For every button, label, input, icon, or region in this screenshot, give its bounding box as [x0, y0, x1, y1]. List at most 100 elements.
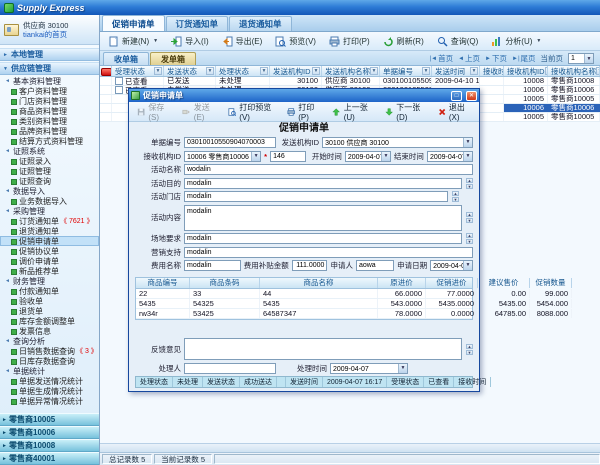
tab-promo-application[interactable]: 促销申请单: [102, 15, 165, 31]
applicant-field[interactable]: aowa: [355, 260, 395, 271]
sidebar-item[interactable]: 发票信息: [0, 326, 99, 336]
chevron-down-icon[interactable]: ▼: [463, 138, 472, 147]
save-button[interactable]: 保存(S): [137, 102, 170, 122]
sidebar-item[interactable]: 退货单: [0, 306, 99, 316]
column-header[interactable]: 接收机构ID▼: [504, 66, 548, 76]
prev-page-button[interactable]: ◄ 上页: [458, 53, 480, 64]
start-time-select[interactable]: 2009-04-07 ▼: [344, 150, 391, 162]
print-preview-button[interactable]: 打印预览(V): [228, 102, 275, 122]
last-page-button[interactable]: ►| 尾页: [512, 53, 536, 64]
handler-field[interactable]: [184, 362, 276, 374]
column-header[interactable]: 受理状态 ▼: [112, 66, 164, 76]
apply-date-select[interactable]: 2009-04-07▼: [430, 260, 473, 271]
analyze-button[interactable]: 分析(U) ▼: [491, 36, 541, 47]
sidebar-item[interactable]: 客户资料管理: [0, 86, 99, 96]
grid-row[interactable]: rw34r 53425 64587347 78.0000 0.0000 6478…: [136, 308, 572, 319]
horizontal-scrollbar[interactable]: [100, 443, 600, 452]
column-header[interactable]: 发送机构ID ▼: [270, 66, 322, 76]
sidebar-item[interactable]: 查询分析: [0, 336, 99, 346]
sidebar-item[interactable]: 证照管理: [0, 166, 99, 176]
activity-goal-field[interactable]: modalin: [184, 177, 462, 189]
sidebar-item[interactable]: 品牌资料管理: [0, 126, 99, 136]
chevron-down-icon[interactable]: ▼: [380, 151, 390, 161]
tab-inbox[interactable]: 收单箱: [103, 52, 149, 65]
sidebar-item[interactable]: 证照系统: [0, 146, 99, 156]
chevron-down-icon[interactable]: ▼: [398, 363, 407, 373]
sidebar-item[interactable]: 商品资料管理: [0, 106, 99, 116]
sidebar-item[interactable]: 退货通知单: [0, 226, 99, 236]
sidebar-item[interactable]: 验收单: [0, 296, 99, 306]
sidebar-item[interactable]: 促销协议单: [0, 246, 99, 256]
recv-org-select[interactable]: 10006 零售商10006 ▼: [184, 150, 262, 162]
spinner-icon[interactable]: ▲ ▼: [452, 191, 459, 202]
filter-dropdown-icon[interactable]: ▼: [312, 67, 320, 75]
sidebar-item[interactable]: 日库存数据查询: [0, 356, 99, 366]
sidebar-item[interactable]: 门店资料管理: [0, 96, 99, 106]
sidebar-item[interactable]: 调价申请单: [0, 256, 99, 266]
dialog-print-button[interactable]: 打印(P): [287, 102, 320, 122]
mkt-support-field[interactable]: modalin: [184, 246, 473, 258]
sidebar-item[interactable]: 供应链管理: [0, 62, 99, 75]
accordion-bar[interactable]: 零售商10005: [0, 413, 99, 426]
filter-dropdown-icon[interactable]: ▼: [206, 67, 214, 75]
sidebar-item[interactable]: 数据导入: [0, 186, 99, 196]
maximize-button[interactable]: □: [451, 90, 462, 101]
grid-row[interactable]: 5435 54325 5435 543.0000 5435.0000 5435.…: [136, 298, 572, 309]
sidebar-item[interactable]: 日销售数据查询 《 3 》: [0, 346, 99, 356]
accordion-bar[interactable]: 零售商10006: [0, 426, 99, 439]
sidebar-item[interactable]: 库存金额调整单: [0, 316, 99, 326]
chevron-down-icon[interactable]: ▼: [584, 54, 593, 63]
sidebar-item[interactable]: 单据生成情况统计: [0, 386, 99, 396]
column-header[interactable]: 处理状态 ▼: [216, 66, 270, 76]
spinner-icon[interactable]: ▲ ▼: [466, 212, 473, 223]
doc-no-field[interactable]: 03010010550904070003: [184, 137, 276, 148]
fee-name-field[interactable]: modalin: [184, 260, 241, 271]
filter-dropdown-icon[interactable]: ▼: [422, 67, 430, 75]
tab-return-notice[interactable]: 退货通知单: [229, 16, 292, 31]
user-home-link[interactable]: tiankai的首页: [23, 30, 68, 39]
sidebar-item[interactable]: 基本资料管理: [0, 76, 99, 86]
send-org-select[interactable]: 30100 供应商 30100 ▼: [322, 137, 473, 148]
sidebar-item[interactable]: 业务数据导入: [0, 196, 99, 206]
sidebar-item[interactable]: 证照查询: [0, 176, 99, 186]
filter-dropdown-icon[interactable]: ▼: [370, 67, 378, 75]
tab-outbox[interactable]: 发单箱: [150, 52, 196, 65]
sidebar-item[interactable]: 证照录入: [0, 156, 99, 166]
preview-button[interactable]: 预览(V): [275, 36, 316, 47]
next-page-button[interactable]: ► 下页: [485, 53, 507, 64]
sidebar-item[interactable]: 财务管理: [0, 276, 99, 286]
spinner-icon[interactable]: ▲ ▼: [466, 233, 473, 244]
activity-store-field[interactable]: modalin: [184, 191, 448, 202]
column-header[interactable]: 接收机构名称▼: [548, 66, 600, 76]
chevron-down-icon[interactable]: ▼: [153, 38, 158, 44]
sidebar-item[interactable]: 单据异常情况统计: [0, 396, 99, 406]
column-header[interactable]: 发送时间 ▼: [432, 66, 480, 76]
feedback-textarea[interactable]: [184, 338, 462, 360]
column-header[interactable]: 发送机构名称 ▼: [322, 66, 380, 76]
prev-record-button[interactable]: 上一张(U): [332, 102, 373, 122]
refresh-button[interactable]: 刷新(R): [383, 36, 424, 47]
activity-name-field[interactable]: wodalin: [184, 164, 473, 175]
accordion-bar[interactable]: 零售商10008: [0, 439, 99, 452]
filter-dropdown-icon[interactable]: ▼: [470, 67, 478, 75]
close-icon[interactable]: ✕: [466, 90, 477, 101]
page-select[interactable]: 1 ▼: [568, 53, 594, 64]
fee-amount-field[interactable]: 111.0000: [291, 260, 328, 271]
print-button[interactable]: 打印(P): [329, 36, 370, 47]
site-req-field[interactable]: modalin: [184, 233, 462, 244]
chevron-down-icon[interactable]: ▼: [251, 151, 261, 161]
filter-dropdown-icon[interactable]: ▼: [260, 67, 268, 75]
filter-dropdown-icon[interactable]: ▼: [596, 67, 599, 75]
chevron-down-icon[interactable]: ▼: [462, 261, 472, 270]
first-page-button[interactable]: |◄ 首页: [430, 53, 454, 64]
filter-dropdown-icon[interactable]: ▼: [154, 67, 162, 75]
import-button[interactable]: 导入(I): [171, 36, 209, 47]
sidebar-item[interactable]: 本地管理: [0, 48, 99, 61]
end-time-select[interactable]: 2009-04-07 ▼: [426, 150, 473, 162]
sidebar-item[interactable]: 新品推荐单: [0, 266, 99, 276]
sidebar-item[interactable]: 采购管理: [0, 206, 99, 216]
chevron-down-icon[interactable]: ▼: [536, 38, 541, 44]
sidebar-item[interactable]: 促销申请单: [0, 236, 99, 246]
query-button[interactable]: 查询(Q): [437, 36, 478, 47]
spinner-icon[interactable]: ▲ ▼: [466, 343, 473, 355]
